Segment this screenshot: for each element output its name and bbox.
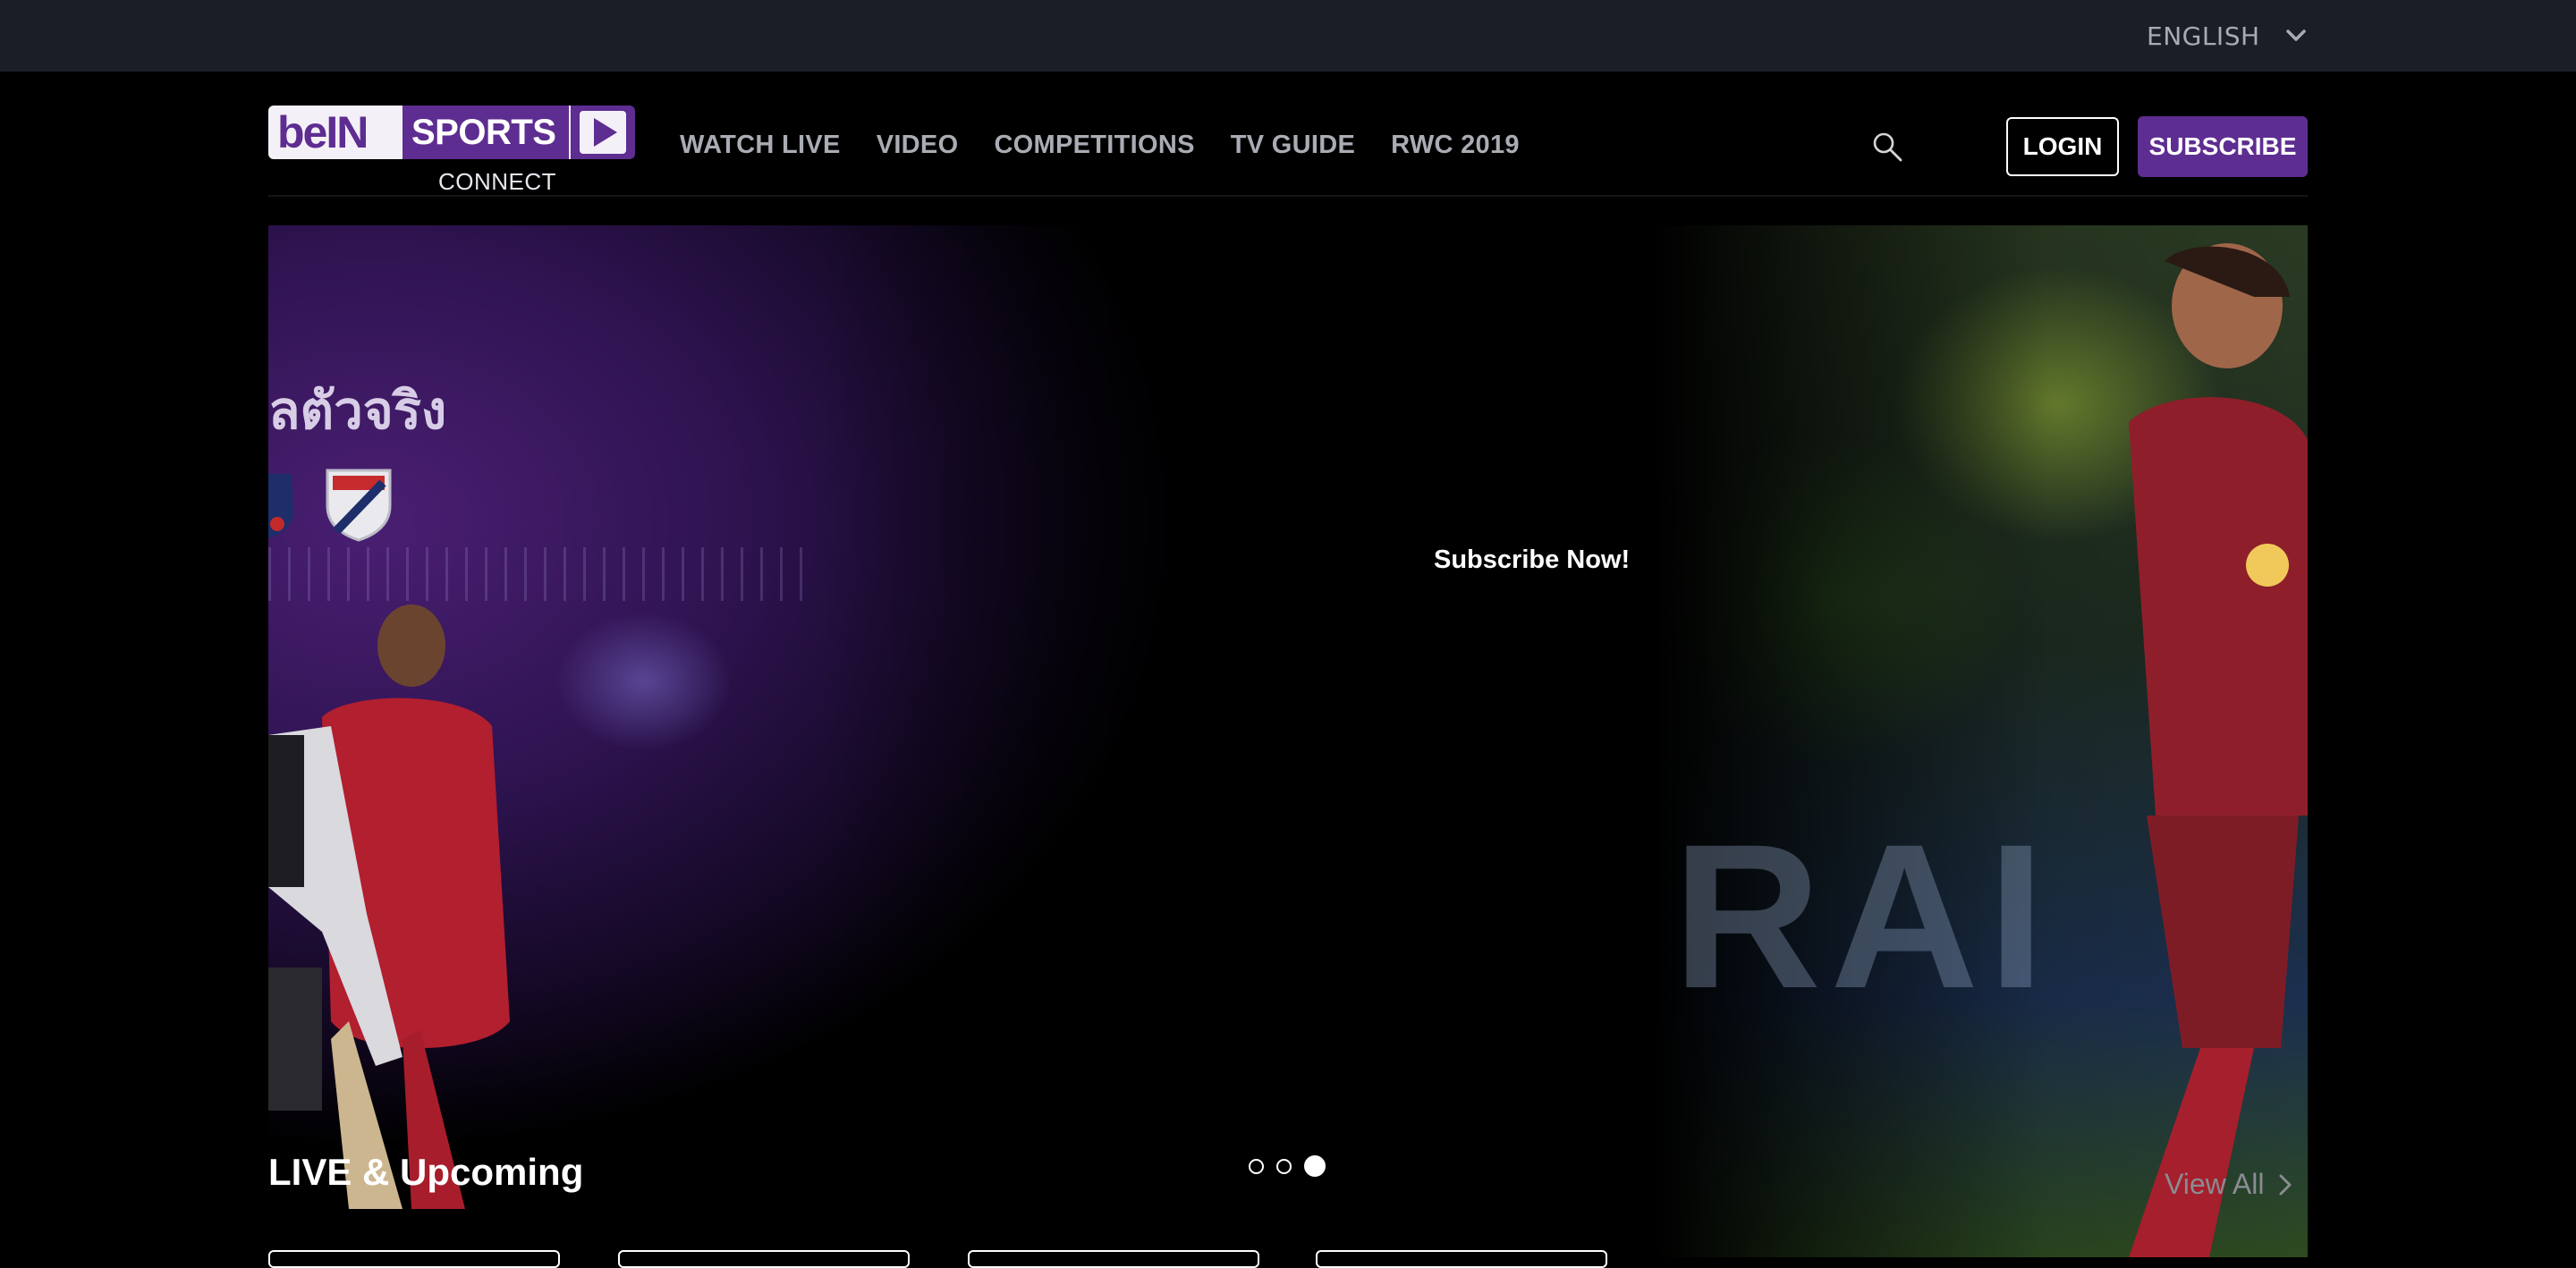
chevron-right-icon <box>2279 1174 2292 1195</box>
players-image <box>268 604 510 1209</box>
main-nav: WATCH LIVE VIDEO COMPETITIONS TV GUIDE R… <box>680 125 1555 165</box>
view-all-label: View All <box>2165 1168 2265 1200</box>
language-bar: ENGLISH <box>0 0 2576 72</box>
nav-item-video[interactable]: VIDEO <box>877 131 959 160</box>
mls-badge-icon <box>326 469 392 542</box>
hero-headline: ลตัวจริง <box>268 380 447 441</box>
carousel-dots <box>1249 1155 1338 1177</box>
live-event-card[interactable] <box>968 1250 1259 1268</box>
player-image <box>2129 243 2308 1257</box>
carousel-dot-2[interactable] <box>1276 1158 1292 1174</box>
logo-connect-text: CONNECT <box>438 168 557 195</box>
logo-sports-text: SPORTS <box>411 113 556 152</box>
nav-item-watch-live[interactable]: WATCH LIVE <box>680 131 841 160</box>
chevron-down-icon <box>2285 30 2306 41</box>
nav-item-competitions[interactable]: COMPETITIONS <box>994 131 1194 160</box>
logo-bein-text: beIN <box>277 107 369 157</box>
search-icon[interactable] <box>1871 131 1903 163</box>
login-button[interactable]: LOGIN <box>2006 117 2119 176</box>
carousel-dot-1[interactable] <box>1249 1158 1264 1174</box>
stadium-board-graphic: RAI <box>1673 801 2055 1031</box>
live-event-card[interactable] <box>618 1250 910 1268</box>
logo-badge: beIN SPORTS <box>268 106 635 159</box>
fa-cup-badge-icon <box>268 474 293 538</box>
bein-sports-connect-logo[interactable]: beIN SPORTS CONNECT <box>268 106 635 197</box>
language-label: ENGLISH <box>2147 21 2260 51</box>
nav-item-rwc-2019[interactable]: RWC 2019 <box>1391 131 1520 160</box>
live-upcoming-title: LIVE & Upcoming <box>268 1151 584 1193</box>
live-event-card[interactable] <box>268 1250 560 1268</box>
hero-carousel[interactable]: ลตัวจริง RAI Subscribe Now! <box>268 225 2308 1257</box>
carousel-dot-3[interactable] <box>1304 1155 1326 1177</box>
language-selector[interactable]: ENGLISH <box>2147 18 2309 54</box>
play-icon <box>580 111 626 154</box>
subscribe-button[interactable]: SUBSCRIBE <box>2138 116 2308 177</box>
hero-slide-right: RAI <box>1655 225 2308 1257</box>
subscribe-now-link[interactable]: Subscribe Now! <box>1434 545 1630 575</box>
nav-item-tv-guide[interactable]: TV GUIDE <box>1231 131 1355 160</box>
view-all-link[interactable]: View All <box>2165 1168 2294 1201</box>
live-event-card[interactable] <box>1316 1250 1607 1268</box>
hero-slide-left: ลตัวจริง <box>268 225 1368 1257</box>
